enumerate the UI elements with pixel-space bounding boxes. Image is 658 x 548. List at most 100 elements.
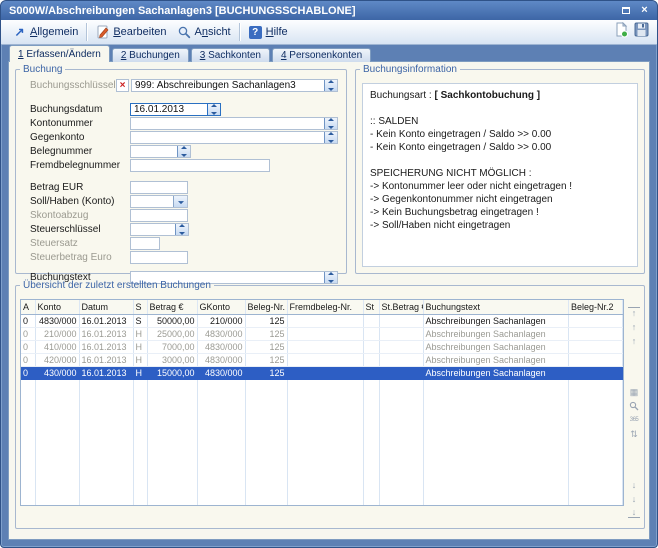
table-cell — [363, 483, 379, 496]
table-cell — [569, 327, 623, 340]
column-header[interactable]: A — [21, 300, 35, 314]
close-window-button[interactable]: × — [638, 4, 651, 17]
spinner-buttons[interactable] — [324, 80, 337, 91]
chevron-down-icon[interactable] — [173, 196, 187, 207]
column-header[interactable]: St.Betrag € — [379, 300, 423, 314]
table-cell — [363, 379, 379, 392]
clear-buchungsschluessel-button[interactable]: × — [116, 79, 129, 92]
table-cell: 3000,00 — [147, 353, 197, 366]
menu-hilfe[interactable]: ? Hilfe — [243, 23, 293, 42]
buchungsschluessel-select[interactable]: 999: Abschreibungen Sachanlagen3 — [131, 79, 338, 92]
table-row[interactable]: 0420/00016.01.2013H3000,004830/000125Abs… — [21, 353, 623, 366]
spinner-buttons[interactable] — [207, 104, 220, 115]
previous-page-button[interactable]: ↑ — [628, 321, 640, 332]
sort-icon[interactable]: ⇅ — [628, 428, 640, 439]
table-row[interactable]: 04830/00016.01.2013S50000,00210/000125Ab… — [21, 314, 623, 327]
column-header[interactable]: Fremdbeleg-Nr. — [287, 300, 363, 314]
table-cell — [287, 392, 363, 405]
spinner-buttons[interactable] — [177, 146, 190, 157]
new-document-button[interactable] — [611, 22, 631, 42]
next-record-button[interactable]: ↓ — [628, 479, 640, 490]
table-cell — [133, 405, 147, 418]
skontoabzug-field[interactable] — [130, 209, 188, 222]
table-cell — [287, 470, 363, 483]
next-page-button[interactable]: ↓ — [628, 493, 640, 504]
column-header[interactable]: GKonto — [197, 300, 245, 314]
table-cell — [423, 405, 569, 418]
fremdbelegnummer-field[interactable] — [130, 159, 270, 172]
save-button[interactable] — [631, 22, 651, 42]
table-cell — [147, 379, 197, 392]
steuerschluessel-field[interactable] — [130, 223, 189, 236]
table-cell — [35, 470, 79, 483]
steuersatz-field[interactable] — [130, 237, 160, 250]
toolbar-separator — [239, 23, 240, 41]
table-cell — [569, 392, 623, 405]
table-cell — [133, 418, 147, 431]
window-title: S000W/Abschreibungen Sachanlagen3 [BUCHU… — [9, 5, 619, 17]
belegnummer-field[interactable] — [130, 145, 191, 158]
table-cell: 7000,00 — [147, 340, 197, 353]
spinner-buttons[interactable] — [324, 118, 337, 129]
tab-sachkonten[interactable]: 3 Sachkonten — [191, 48, 270, 62]
table-cell — [287, 366, 363, 379]
column-header[interactable]: Buchungstext — [423, 300, 569, 314]
tab-erfassen-aendern[interactable]: 1 Erfassen/Ändern — [9, 45, 110, 62]
soll-haben-select[interactable] — [130, 195, 188, 208]
buchungsschluessel-value: 999: Abschreibungen Sachanlagen3 — [132, 80, 324, 91]
table-cell: 410/000 — [35, 340, 79, 353]
tab-buchungen[interactable]: 2 Buchungen — [112, 48, 189, 62]
table-cell — [245, 470, 287, 483]
table-cell — [379, 483, 423, 496]
table-cell — [379, 314, 423, 327]
table-cell — [287, 314, 363, 327]
kontonummer-select[interactable] — [130, 117, 338, 130]
table-cell — [197, 392, 245, 405]
menu-bearbeiten[interactable]: Bearbeiten — [90, 23, 171, 42]
table-cell — [423, 496, 569, 506]
record-count-icon[interactable]: 365 — [628, 414, 640, 425]
table-cell: 0 — [21, 314, 35, 327]
table-cell — [287, 418, 363, 431]
table-cell — [245, 431, 287, 444]
gegenkonto-select[interactable] — [130, 131, 338, 144]
table-row[interactable]: 0210/00016.01.2013H25000,004830/000125Ab… — [21, 327, 623, 340]
table-cell: 0 — [21, 327, 35, 340]
menu-ansicht[interactable]: Ansicht — [172, 23, 236, 42]
table-cell — [79, 431, 133, 444]
buchungsdatum-field[interactable]: 16.01.2013 — [130, 103, 221, 116]
table-row[interactable]: 0410/00016.01.2013H7000,004830/000125Abs… — [21, 340, 623, 353]
menu-allgemein[interactable]: ↗ Allgemein — [7, 23, 83, 42]
previous-record-button[interactable]: ↑ — [628, 335, 640, 346]
soll-haben-label: Soll/Haben (Konto) — [30, 196, 130, 207]
buchungen-table-body: 04830/00016.01.2013S50000,00210/000125Ab… — [21, 314, 623, 506]
column-header[interactable]: Beleg-Nr. — [245, 300, 287, 314]
table-row[interactable]: 0430/00016.01.2013H15000,004830/000125Ab… — [21, 366, 623, 379]
restore-window-button[interactable] — [619, 4, 632, 17]
steuerschluessel-label: Steuerschlüssel — [30, 224, 130, 235]
column-header[interactable]: Konto — [35, 300, 79, 314]
column-header[interactable]: Beleg-Nr.2 — [569, 300, 623, 314]
column-header[interactable]: St — [363, 300, 379, 314]
steuerbetrag-euro-field[interactable] — [130, 251, 188, 264]
table-cell: 15000,00 — [147, 366, 197, 379]
table-cell — [245, 392, 287, 405]
table-cell — [423, 483, 569, 496]
tab-personenkonten[interactable]: 4 Personenkonten — [272, 48, 371, 62]
table-cell — [21, 457, 35, 470]
spinner-buttons[interactable] — [324, 132, 337, 143]
table-cell — [379, 444, 423, 457]
table-cell — [287, 496, 363, 506]
grid-view-icon[interactable]: ▦ — [628, 386, 640, 397]
table-cell — [147, 483, 197, 496]
search-icon[interactable] — [628, 400, 640, 411]
column-header[interactable]: S — [133, 300, 147, 314]
column-header[interactable]: Betrag € — [147, 300, 197, 314]
last-record-button[interactable]: ↓ — [628, 507, 640, 518]
column-header[interactable]: Datum — [79, 300, 133, 314]
toolbar-separator — [86, 23, 87, 41]
spinner-buttons[interactable] — [175, 224, 188, 235]
first-record-button[interactable]: ↑ — [628, 307, 640, 318]
betrag-eur-field[interactable] — [130, 181, 188, 194]
table-cell — [147, 431, 197, 444]
